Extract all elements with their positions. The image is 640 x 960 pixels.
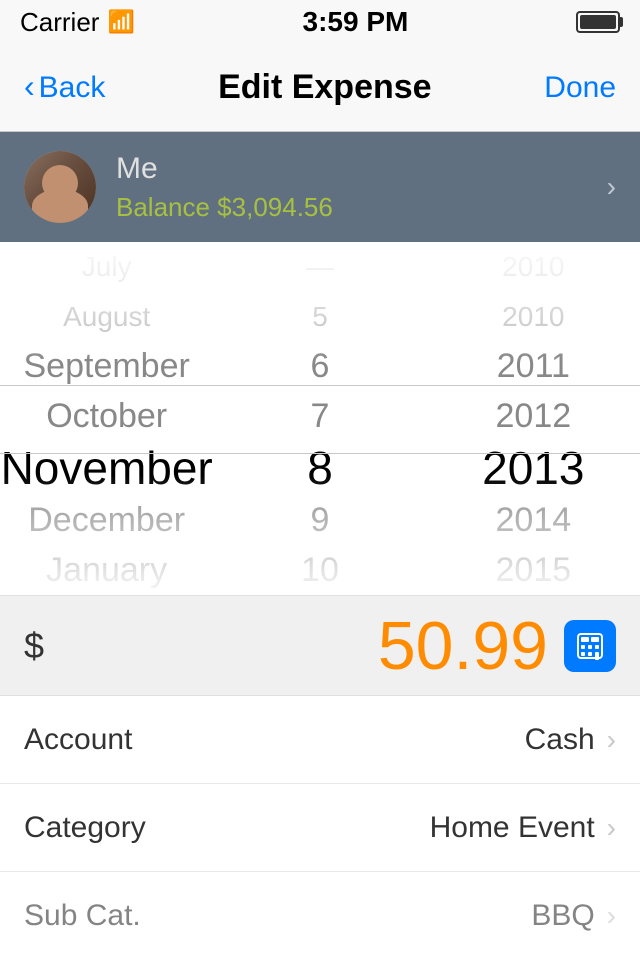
picker-item: January bbox=[0, 545, 213, 595]
picker-item: October bbox=[0, 392, 213, 442]
picker-item: 9 bbox=[213, 495, 426, 545]
status-time: 3:59 PM bbox=[303, 6, 409, 38]
battery-icon bbox=[576, 11, 620, 33]
carrier-info: Carrier 📶 bbox=[20, 7, 135, 38]
battery-indicator bbox=[576, 11, 620, 33]
picker-item: 7 bbox=[213, 392, 426, 442]
status-bar: Carrier 📶 3:59 PM bbox=[0, 0, 640, 44]
picker-item: 2014 bbox=[427, 495, 640, 545]
picker-item: 2011 bbox=[427, 342, 640, 392]
picker-item: — bbox=[213, 242, 426, 292]
back-label: Back bbox=[39, 71, 106, 105]
picker-item: 10 bbox=[213, 545, 426, 595]
picker-item: September bbox=[0, 342, 213, 392]
account-chevron-icon: › bbox=[607, 171, 616, 203]
navigation-bar: ‹ Back Edit Expense Done bbox=[0, 44, 640, 132]
carrier-label: Carrier bbox=[20, 7, 99, 38]
date-picker[interactable]: July August September October November D… bbox=[0, 242, 640, 596]
calculator-button[interactable] bbox=[564, 620, 616, 672]
picker-item-selected: 8 bbox=[213, 441, 426, 495]
account-header[interactable]: Me Balance $3,094.56 › bbox=[0, 132, 640, 242]
day-picker-column[interactable]: — 5 6 7 8 9 10 bbox=[213, 242, 426, 595]
picker-item: December bbox=[0, 495, 213, 545]
picker-item: 2012 bbox=[427, 392, 640, 442]
subcategory-row[interactable]: Sub Cat. BBQ › bbox=[0, 872, 640, 960]
wifi-icon: 📶 bbox=[107, 9, 134, 35]
avatar bbox=[24, 151, 96, 223]
amount-section: $ 50.99 bbox=[0, 596, 640, 696]
year-picker-column[interactable]: 2010 2010 2011 2012 2013 2014 2015 bbox=[427, 242, 640, 595]
subcategory-chevron-icon: › bbox=[607, 900, 616, 932]
page-title: Edit Expense bbox=[218, 68, 432, 107]
category-label: Category bbox=[24, 811, 430, 845]
account-name: Me bbox=[116, 152, 607, 186]
category-chevron-icon: › bbox=[607, 812, 616, 844]
subcategory-value: BBQ bbox=[531, 899, 594, 933]
picker-item: 6 bbox=[213, 342, 426, 392]
picker-item-selected: 2013 bbox=[427, 441, 640, 495]
account-chevron-icon: › bbox=[607, 724, 616, 756]
picker-item-selected: November bbox=[0, 441, 213, 495]
picker-item: 2010 bbox=[427, 292, 640, 342]
calculator-icon bbox=[574, 630, 606, 662]
amount-value[interactable]: 50.99 bbox=[60, 607, 548, 685]
month-picker-column[interactable]: July August September October November D… bbox=[0, 242, 213, 595]
picker-item: July bbox=[0, 242, 213, 292]
picker-item: August bbox=[0, 292, 213, 342]
picker-item: 5 bbox=[213, 292, 426, 342]
done-button[interactable]: Done bbox=[544, 71, 616, 105]
category-row[interactable]: Category Home Event › bbox=[0, 784, 640, 872]
avatar-image bbox=[24, 151, 96, 223]
picker-item: 2010 bbox=[427, 242, 640, 292]
subcategory-label: Sub Cat. bbox=[24, 899, 531, 933]
picker-item: 2015 bbox=[427, 545, 640, 595]
back-chevron-icon: ‹ bbox=[24, 68, 35, 105]
account-value: Cash bbox=[525, 723, 595, 757]
form-section: Account Cash › Category Home Event › Sub… bbox=[0, 696, 640, 960]
account-label: Account bbox=[24, 723, 525, 757]
account-row[interactable]: Account Cash › bbox=[0, 696, 640, 784]
currency-symbol: $ bbox=[24, 625, 44, 667]
battery-fill bbox=[580, 15, 616, 29]
category-value: Home Event bbox=[430, 811, 595, 845]
account-balance: Balance $3,094.56 bbox=[116, 192, 607, 223]
account-info: Me Balance $3,094.56 bbox=[116, 152, 607, 223]
back-button[interactable]: ‹ Back bbox=[24, 70, 105, 105]
